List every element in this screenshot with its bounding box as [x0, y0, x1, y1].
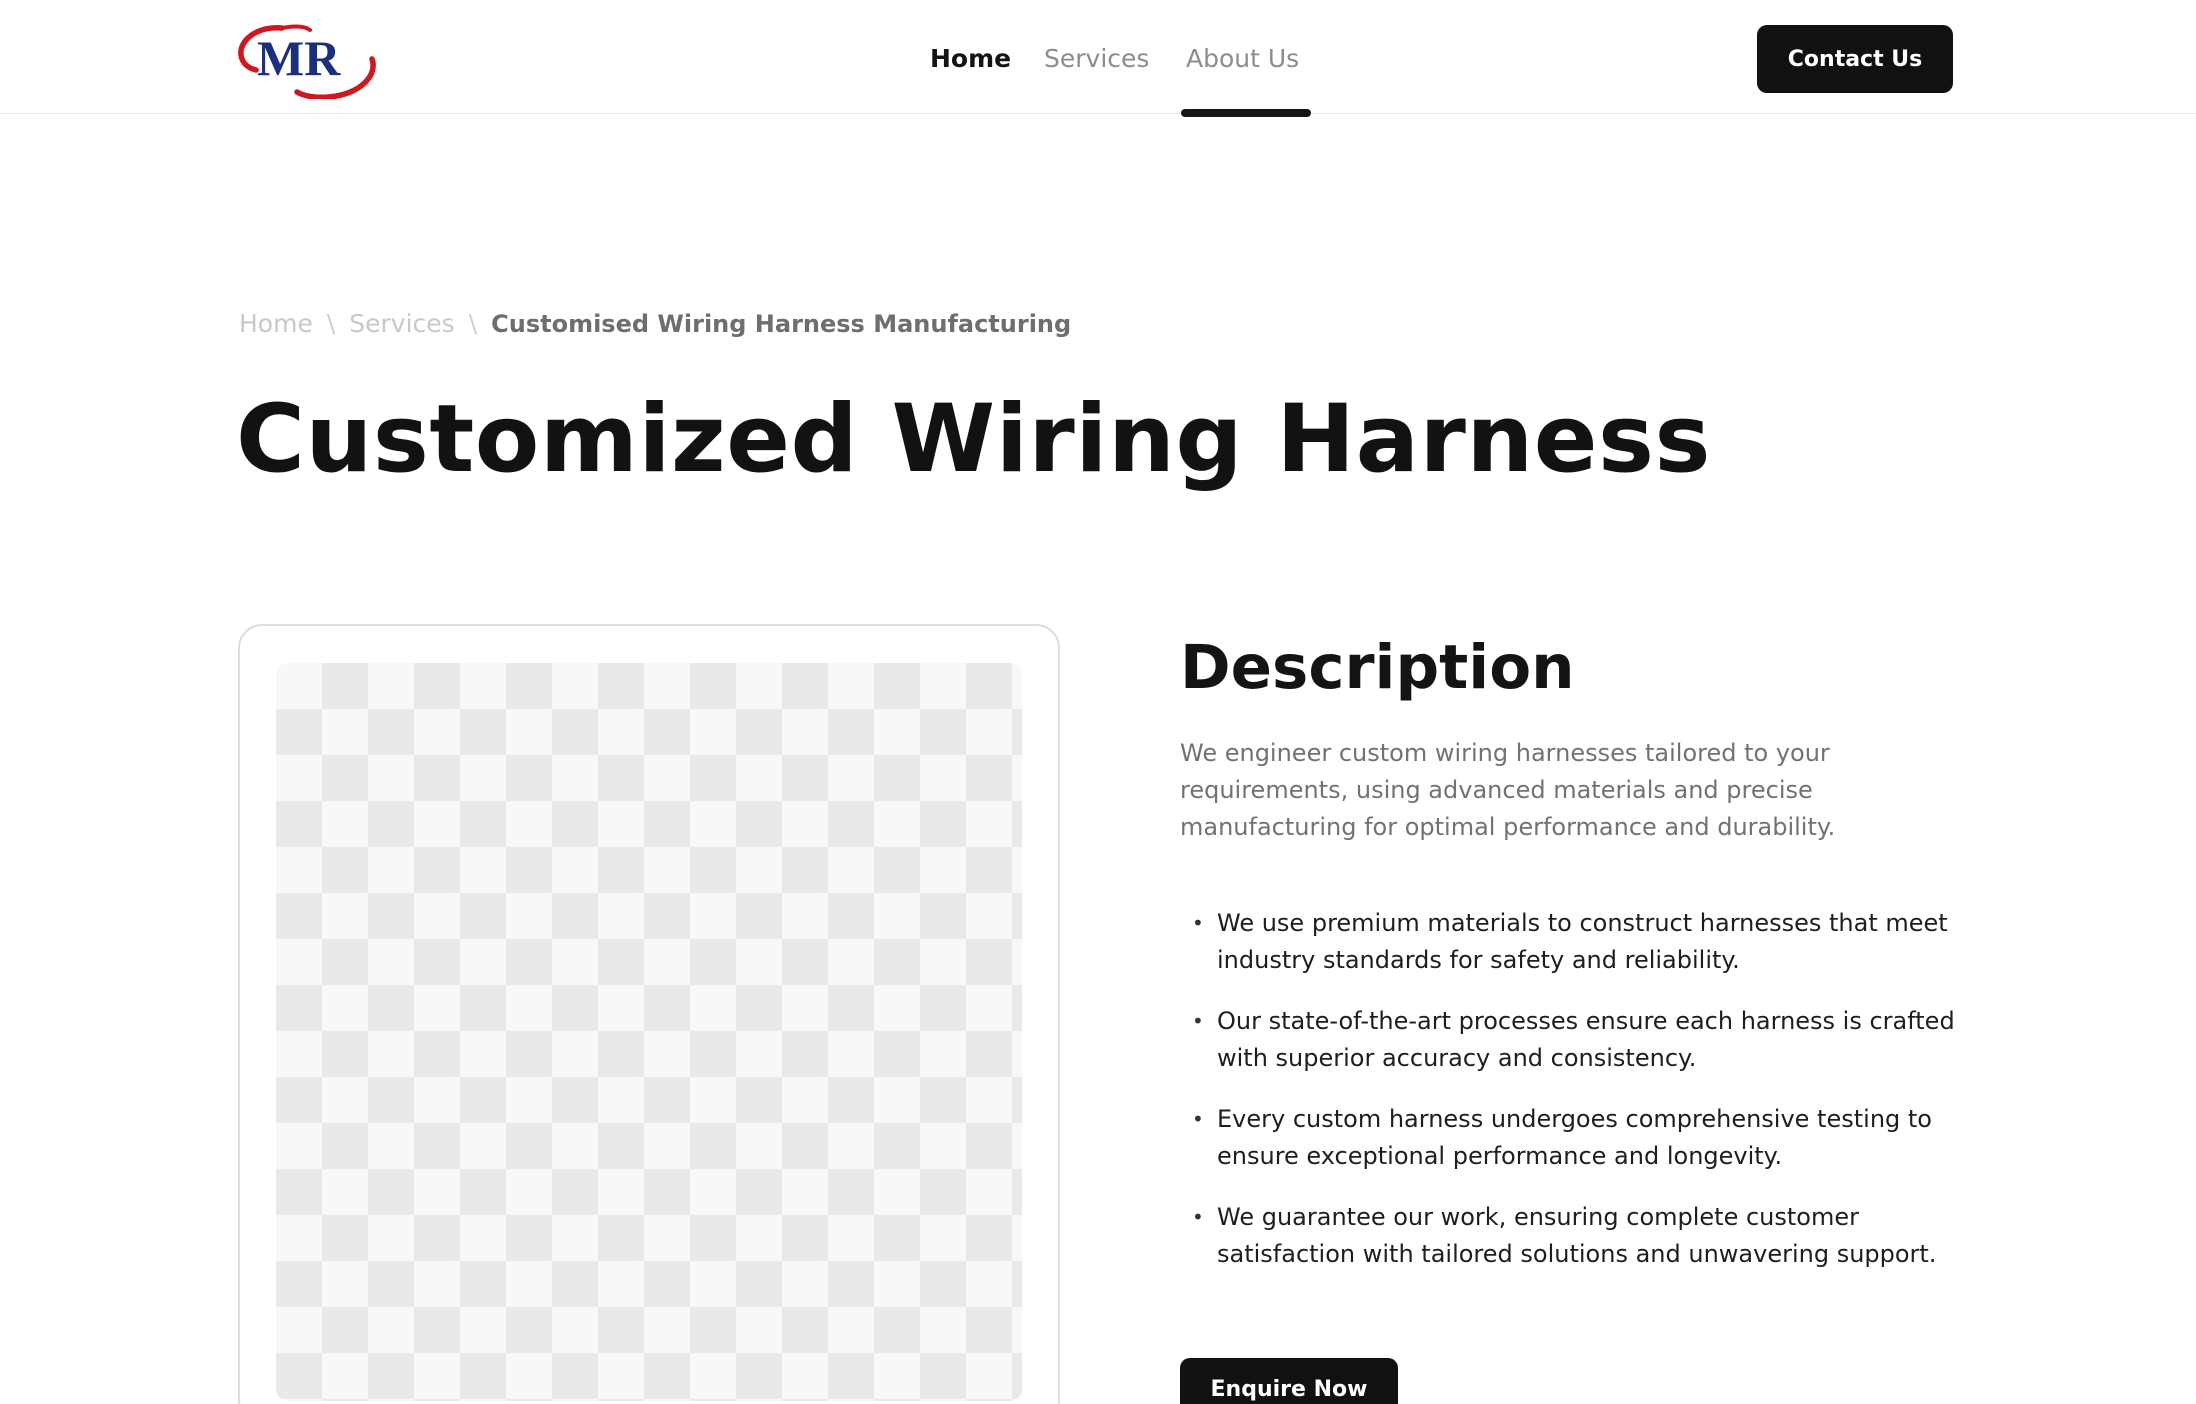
page: MR Home Services About Us Contact Us Hom…	[0, 0, 2196, 1404]
breadcrumb-separator: \	[326, 309, 336, 338]
logo-text: MR	[257, 30, 341, 86]
list-item-text: Every custom harness undergoes comprehen…	[1217, 1105, 1932, 1170]
page-title: Customized Wiring Harness	[236, 385, 1711, 494]
breadcrumb-current: Customised Wiring Harness Manufacturing	[491, 310, 1072, 338]
nav-active-indicator	[1181, 109, 1311, 117]
site-header: MR Home Services About Us Contact Us	[0, 0, 2196, 117]
bullet-icon: •	[1192, 1205, 1204, 1229]
list-item: • We guarantee our work, ensuring comple…	[1180, 1199, 1980, 1273]
feature-list: • We use premium materials to construct …	[1180, 905, 1980, 1297]
list-item: • Every custom harness undergoes compreh…	[1180, 1101, 1980, 1175]
breadcrumb-separator: \	[468, 309, 478, 338]
nav-home-link[interactable]: Home	[930, 42, 1011, 76]
list-item-text: Our state-of-the-art processes ensure ea…	[1217, 1007, 1955, 1072]
description-intro: We engineer custom wiring harnesses tail…	[1180, 739, 1836, 841]
description-heading: Description	[1180, 632, 1575, 703]
bullet-icon: •	[1192, 1107, 1204, 1131]
nav-services-link[interactable]: Services	[1044, 42, 1149, 76]
image-placeholder	[276, 663, 1022, 1401]
list-item: • Our state-of-the-art processes ensure …	[1180, 1003, 1980, 1077]
breadcrumb-home-link[interactable]: Home	[239, 307, 313, 341]
list-item-text: We guarantee our work, ensuring complete…	[1217, 1203, 1937, 1268]
product-image-card	[238, 624, 1060, 1404]
enquire-now-button[interactable]: Enquire Now	[1180, 1358, 1398, 1404]
list-item-text: We use premium materials to construct ha…	[1217, 909, 1948, 974]
breadcrumb-services-link[interactable]: Services	[349, 307, 454, 341]
nav-about-link[interactable]: About Us	[1186, 42, 1299, 76]
mr-logo-icon: MR	[238, 24, 376, 99]
bullet-icon: •	[1192, 911, 1204, 935]
list-item: • We use premium materials to construct …	[1180, 905, 1980, 979]
mr-logo[interactable]: MR	[236, 17, 380, 99]
breadcrumb: Home \ Services \ Customised Wiring Harn…	[239, 307, 1071, 341]
bullet-icon: •	[1192, 1009, 1204, 1033]
contact-us-button[interactable]: Contact Us	[1757, 25, 1953, 93]
